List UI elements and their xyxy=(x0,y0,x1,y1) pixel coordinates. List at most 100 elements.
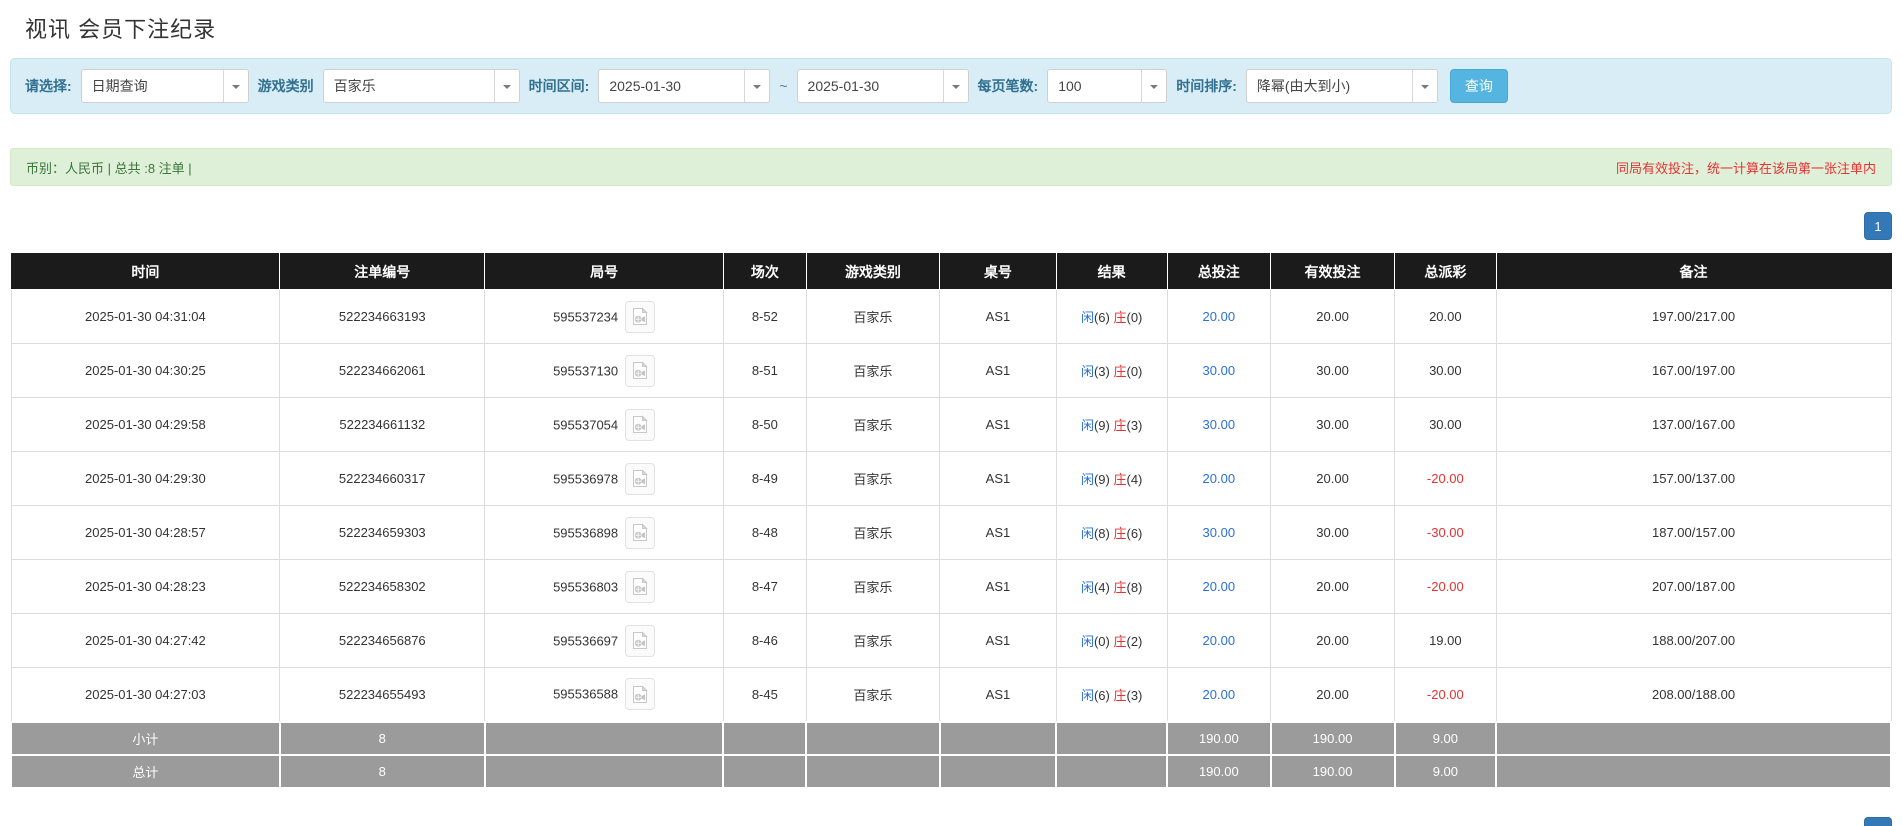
video-replay-button[interactable] xyxy=(625,516,656,549)
video-file-icon xyxy=(633,469,648,487)
total-bet-link[interactable]: 20.00 xyxy=(1203,687,1236,702)
total-label: 小计 xyxy=(132,731,159,747)
table-row: 2025-01-30 04:28:57 522234659303 595536898… xyxy=(10,505,1892,560)
game-type: 百家乐 xyxy=(853,634,893,649)
round-id: 595536588 xyxy=(553,686,619,702)
grand-total-row: 总计 8 190.00 190.00 9.00 xyxy=(10,753,1892,789)
cell-empty xyxy=(1055,753,1169,789)
result-player-label: 闲 xyxy=(1080,364,1094,379)
cell-payout: -30.00 xyxy=(1394,505,1497,560)
chevron-down-icon[interactable] xyxy=(222,70,248,102)
sort-order-select[interactable]: 降幂(由大到小) xyxy=(1245,69,1438,103)
date-from-select[interactable]: 2025-01-30 xyxy=(598,69,771,103)
cell-total-bet[interactable]: 20.00 xyxy=(1166,667,1272,722)
payout: 30.00 xyxy=(1429,363,1462,378)
table-row: 2025-01-30 04:29:58 522234661132 595537054… xyxy=(10,397,1892,452)
cell-empty xyxy=(938,720,1058,756)
video-replay-button[interactable] xyxy=(625,462,656,495)
date-from-value: 2025-01-30 xyxy=(609,78,681,94)
cell-time: 2025-01-30 04:28:23 xyxy=(10,559,281,614)
cell-total-bet[interactable]: 20.00 xyxy=(1166,613,1272,668)
cell-total-bet[interactable]: 30.00 xyxy=(1166,343,1272,398)
page-1-button[interactable]: 1 xyxy=(1864,212,1892,240)
video-replay-button[interactable] xyxy=(625,354,656,387)
cell-time: 2025-01-30 04:29:58 xyxy=(10,397,281,452)
cell-table-no: AS1 xyxy=(939,343,1057,398)
page-1-button[interactable]: 1 xyxy=(1864,816,1892,826)
chevron-down-icon[interactable] xyxy=(1411,70,1437,102)
cell-empty xyxy=(1055,720,1169,756)
payout: 20.00 xyxy=(1429,309,1462,324)
cell-table-no: AS1 xyxy=(939,559,1057,614)
cell-result: 闲(4) 庄(8) xyxy=(1055,559,1168,614)
chevron-down-icon[interactable] xyxy=(493,70,519,102)
cell-table-no: AS1 xyxy=(939,397,1057,452)
query-button[interactable]: 查询 xyxy=(1449,69,1508,103)
cell-table-no: AS1 xyxy=(939,289,1057,344)
video-file-icon xyxy=(633,523,648,541)
cell-table-no: AS1 xyxy=(939,613,1057,668)
result-player-label: 闲 xyxy=(1080,634,1094,649)
game-type-select[interactable]: 百家乐 xyxy=(322,69,520,103)
chevron-down-icon[interactable] xyxy=(1141,70,1167,102)
cell-time: 2025-01-30 04:27:42 xyxy=(10,613,281,668)
cell-empty xyxy=(483,753,725,789)
result-banker-score: (0) xyxy=(1126,310,1143,325)
valid-bet: 30.00 xyxy=(1316,363,1349,378)
total-bet-link[interactable]: 30.00 xyxy=(1203,363,1236,378)
cell-valid-bet-sum: 190.00 xyxy=(1269,720,1396,756)
cell-round-id: 595536978 xyxy=(484,451,724,506)
column-header: 总投注 xyxy=(1166,253,1272,290)
cell-session: 8-52 xyxy=(722,289,807,344)
cell-round-id: 595536697 xyxy=(484,613,724,668)
cell-total-bet-sum: 190.00 xyxy=(1166,720,1272,756)
result-banker-label: 庄 xyxy=(1113,310,1127,325)
cell-total-bet[interactable]: 20.00 xyxy=(1166,289,1272,344)
cell-total-bet[interactable]: 30.00 xyxy=(1166,505,1272,560)
video-file-icon xyxy=(633,307,648,325)
result-banker-score: (3) xyxy=(1126,418,1143,433)
game-type: 百家乐 xyxy=(853,364,893,379)
cell-total-bet[interactable]: 20.00 xyxy=(1166,559,1272,614)
cell-session: 8-45 xyxy=(722,667,807,722)
session-no: 8-51 xyxy=(751,363,778,378)
cell-empty xyxy=(805,720,941,756)
video-replay-button[interactable] xyxy=(625,624,656,657)
query-type-select[interactable]: 日期查询 xyxy=(80,69,249,103)
video-replay-button[interactable] xyxy=(625,408,656,441)
total-bet-link[interactable]: 20.00 xyxy=(1203,471,1236,486)
cell-total-bet[interactable]: 20.00 xyxy=(1166,451,1272,506)
result-player-score: (4) xyxy=(1093,580,1110,595)
cell-table-no: AS1 xyxy=(939,451,1057,506)
total-bet-link[interactable]: 20.00 xyxy=(1203,633,1236,648)
bet-id: 522234660317 xyxy=(338,471,426,486)
total-bet-link[interactable]: 30.00 xyxy=(1203,525,1236,540)
cell-result: 闲(9) 庄(4) xyxy=(1055,451,1168,506)
game-type: 百家乐 xyxy=(853,526,893,541)
video-replay-button[interactable] xyxy=(625,570,656,603)
cell-time: 2025-01-30 04:30:25 xyxy=(10,343,281,398)
result-player-label: 闲 xyxy=(1080,310,1094,325)
remark: 167.00/197.00 xyxy=(1651,363,1736,378)
cell-game-type: 百家乐 xyxy=(805,667,941,722)
table-no: AS1 xyxy=(985,686,1011,702)
total-bet-link[interactable]: 20.00 xyxy=(1203,579,1236,594)
page-content: 视讯 会员下注纪录 请选择: 日期查询 游戏类别 百家乐 时间区间: 2025-… xyxy=(0,0,1902,826)
chevron-down-icon[interactable] xyxy=(744,70,770,102)
total-bet-link[interactable]: 30.00 xyxy=(1203,417,1236,432)
total-bet-link[interactable]: 20.00 xyxy=(1203,309,1236,324)
video-file-icon xyxy=(633,631,648,649)
video-replay-button[interactable] xyxy=(625,300,656,333)
total-label: 总计 xyxy=(132,764,159,780)
cell-result: 闲(0) 庄(2) xyxy=(1055,613,1168,668)
cell-total-bet[interactable]: 30.00 xyxy=(1166,397,1272,452)
filter-panel: 请选择: 日期查询 游戏类别 百家乐 时间区间: 2025-01-30 ~ 20… xyxy=(10,58,1892,114)
page-size-select[interactable]: 100 xyxy=(1047,69,1168,103)
cell-payout: -20.00 xyxy=(1394,559,1497,614)
cell-session: 8-47 xyxy=(722,559,807,614)
video-replay-button[interactable] xyxy=(625,678,656,711)
cell-game-type: 百家乐 xyxy=(805,505,941,560)
chevron-down-icon[interactable] xyxy=(942,70,968,102)
date-to-select[interactable]: 2025-01-30 xyxy=(796,69,969,103)
bet-id: 522234655493 xyxy=(338,686,426,702)
